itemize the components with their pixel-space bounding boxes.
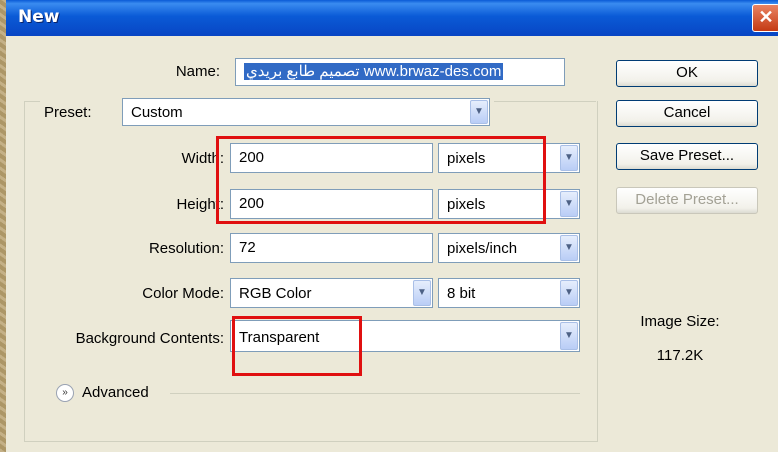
image-size-label: Image Size: bbox=[640, 313, 720, 330]
chevron-down-icon[interactable]: ▼ bbox=[560, 280, 578, 306]
advanced-separator bbox=[170, 393, 580, 394]
color-mode-select[interactable]: RGB Color ▼ bbox=[230, 278, 433, 308]
width-label: Width: bbox=[181, 150, 224, 167]
chevron-down-icon[interactable]: ▼ bbox=[413, 280, 431, 306]
cancel-button[interactable]: Cancel bbox=[616, 100, 758, 127]
chevron-down-icon[interactable]: ▼ bbox=[470, 100, 488, 124]
background-highlight-box bbox=[232, 316, 362, 376]
new-document-dialog: New ✕ Name: تصميم طابع بريدي www.brwaz-d… bbox=[6, 0, 778, 452]
advanced-expand-icon[interactable]: » bbox=[56, 384, 74, 402]
resolution-unit-value: pixels/inch bbox=[447, 240, 518, 257]
color-mode-label: Color Mode: bbox=[142, 285, 224, 302]
name-input[interactable]: تصميم طابع بريدي www.brwaz-des.com bbox=[235, 58, 565, 86]
name-value: تصميم طابع بريدي www.brwaz-des.com bbox=[244, 63, 504, 80]
delete-preset-button: Delete Preset... bbox=[616, 187, 758, 214]
resolution-unit-select[interactable]: pixels/inch ▼ bbox=[438, 233, 580, 263]
name-label: Name: bbox=[175, 63, 220, 80]
group-top-left-line bbox=[24, 101, 40, 102]
bit-depth-select[interactable]: 8 bit ▼ bbox=[438, 278, 580, 308]
group-top-right-line bbox=[494, 101, 596, 102]
background-contents-label: Background Contents: bbox=[75, 330, 224, 347]
dialog-title: New bbox=[18, 7, 60, 27]
resolution-input[interactable]: 72 bbox=[230, 233, 433, 263]
chevron-down-icon[interactable]: ▼ bbox=[560, 191, 578, 217]
height-label: Height: bbox=[176, 196, 224, 213]
title-bar[interactable]: New ✕ bbox=[6, 0, 778, 36]
chevron-down-icon[interactable]: ▼ bbox=[560, 322, 578, 350]
advanced-label[interactable]: Advanced bbox=[82, 384, 149, 401]
preset-value: Custom bbox=[131, 104, 183, 121]
color-mode-value: RGB Color bbox=[239, 285, 312, 302]
preset-label: Preset: bbox=[44, 104, 92, 121]
image-size-value: 117.2K bbox=[656, 347, 704, 364]
dialog-body: Name: تصميم طابع بريدي www.brwaz-des.com… bbox=[6, 36, 778, 452]
ok-button[interactable]: OK bbox=[616, 60, 758, 87]
save-preset-button[interactable]: Save Preset... bbox=[616, 143, 758, 170]
bit-depth-value: 8 bit bbox=[447, 285, 476, 302]
preset-select[interactable]: Custom ▼ bbox=[122, 98, 490, 126]
resolution-label: Resolution: bbox=[148, 240, 224, 257]
chevron-down-icon[interactable]: ▼ bbox=[560, 145, 578, 171]
chevron-down-icon[interactable]: ▼ bbox=[560, 235, 578, 261]
close-icon[interactable]: ✕ bbox=[752, 4, 778, 32]
width-height-highlight-box bbox=[216, 136, 546, 224]
